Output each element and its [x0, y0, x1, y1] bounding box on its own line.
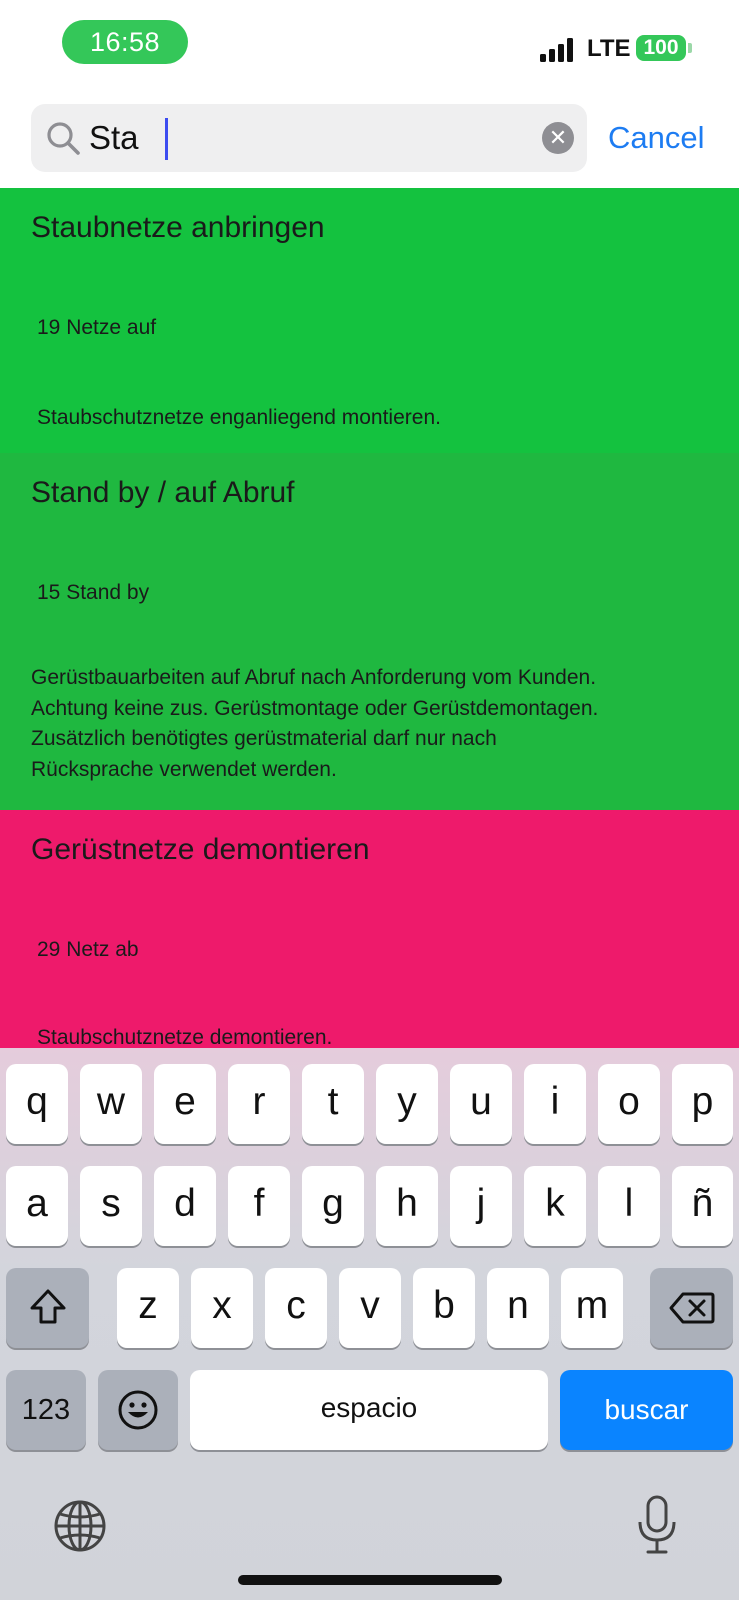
key-c[interactable]: c — [265, 1268, 327, 1348]
key-w[interactable]: w — [80, 1064, 142, 1144]
search-field[interactable]: Sta ✕ — [31, 104, 587, 172]
result-description: Staubschutznetze enganliegend montieren. — [37, 406, 441, 429]
key-y[interactable]: y — [376, 1064, 438, 1144]
key-z[interactable]: z — [117, 1268, 179, 1348]
key-v[interactable]: v — [339, 1268, 401, 1348]
status-time: 16:58 — [62, 20, 188, 64]
result-title: Staubnetze anbringen — [31, 211, 325, 244]
numbers-key[interactable]: 123 — [6, 1370, 86, 1450]
backspace-icon — [669, 1292, 714, 1324]
key-r[interactable]: r — [228, 1064, 290, 1144]
key-g[interactable]: g — [302, 1166, 364, 1246]
key-i[interactable]: i — [524, 1064, 586, 1144]
key-e[interactable]: e — [154, 1064, 216, 1144]
result-description: Gerüstbauarbeiten auf Abruf nach Anforde… — [31, 666, 599, 781]
key-t[interactable]: t — [302, 1064, 364, 1144]
key-n[interactable]: n — [487, 1268, 549, 1348]
key-o[interactable]: o — [598, 1064, 660, 1144]
cellular-signal-icon — [540, 38, 576, 62]
key-a[interactable]: a — [6, 1166, 68, 1246]
key-d[interactable]: d — [154, 1166, 216, 1246]
result-code: 19 Netze auf — [37, 316, 157, 339]
search-submit-key[interactable]: buscar — [560, 1370, 733, 1450]
search-input[interactable]: Sta — [89, 118, 139, 158]
result-code: 29 Netz ab — [37, 938, 139, 961]
emoji-key[interactable] — [98, 1370, 178, 1450]
cancel-button[interactable]: Cancel — [608, 118, 705, 158]
key-x[interactable]: x — [191, 1268, 253, 1348]
key-q[interactable]: q — [6, 1064, 68, 1144]
globe-icon[interactable] — [52, 1498, 108, 1554]
key-m[interactable]: m — [561, 1268, 623, 1348]
backspace-key[interactable] — [650, 1268, 733, 1348]
clear-search-icon[interactable]: ✕ — [542, 122, 574, 154]
battery-cap — [688, 43, 692, 53]
key-k[interactable]: k — [524, 1166, 586, 1246]
home-indicator — [238, 1575, 502, 1585]
result-item[interactable]: Staubnetze anbringen 19 Netze auf Staubs… — [0, 188, 739, 453]
key-l[interactable]: l — [598, 1166, 660, 1246]
result-item[interactable]: Gerüstnetze demontieren 29 Netz ab Staub… — [0, 810, 739, 1048]
microphone-icon[interactable] — [636, 1494, 678, 1556]
key-p[interactable]: p — [672, 1064, 733, 1144]
result-description: Staubschutznetze demontieren. — [37, 1026, 333, 1048]
text-cursor — [165, 118, 168, 160]
result-title: Stand by / auf Abruf — [31, 476, 295, 509]
key-h[interactable]: h — [376, 1166, 438, 1246]
search-icon — [47, 122, 80, 155]
search-results-list: Staubnetze anbringen 19 Netze auf Staubs… — [0, 188, 739, 1048]
shift-key[interactable] — [6, 1268, 89, 1348]
key-f[interactable]: f — [228, 1166, 290, 1246]
network-type: LTE — [587, 35, 631, 62]
space-key[interactable]: espacio — [190, 1370, 548, 1450]
result-code: 15 Stand by — [37, 581, 150, 604]
emoji-icon — [118, 1390, 158, 1430]
key-b[interactable]: b — [413, 1268, 475, 1348]
key-j[interactable]: j — [450, 1166, 512, 1246]
key-n-tilde[interactable]: ñ — [672, 1166, 733, 1246]
battery-icon: 100 — [636, 35, 686, 61]
result-item[interactable]: Stand by / auf Abruf 15 Stand by Gerüstb… — [0, 453, 739, 810]
shift-icon — [30, 1289, 65, 1324]
key-s[interactable]: s — [80, 1166, 142, 1246]
key-u[interactable]: u — [450, 1064, 512, 1144]
result-title: Gerüstnetze demontieren — [31, 833, 370, 866]
